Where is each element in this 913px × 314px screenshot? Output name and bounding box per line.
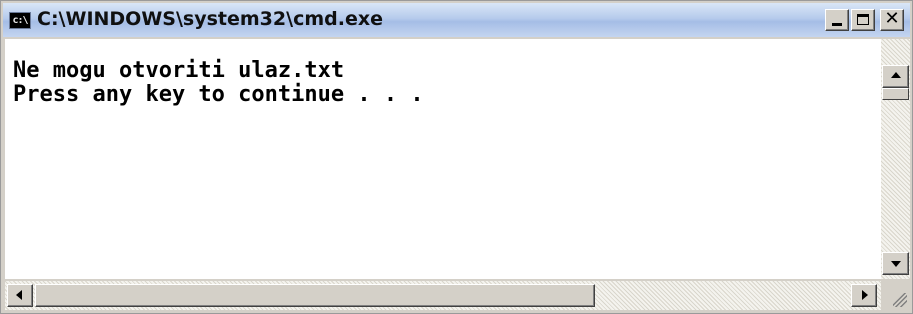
minimize-icon	[832, 23, 842, 26]
cmd-icon[interactable]: c:\	[9, 12, 31, 29]
arrow-right-icon	[862, 290, 868, 300]
scroll-up-button[interactable]	[882, 65, 909, 88]
window-title: C:\WINDOWS\system32\cmd.exe	[37, 8, 383, 30]
vertical-scroll-thumb[interactable]	[882, 88, 909, 100]
arrow-down-icon	[891, 261, 901, 267]
scroll-left-button[interactable]	[7, 284, 33, 307]
horizontal-scroll-thumb[interactable]	[35, 284, 595, 307]
scroll-down-button[interactable]	[882, 252, 909, 275]
grip-icon	[893, 293, 907, 307]
maximize-icon	[857, 14, 869, 25]
close-icon: ✕	[884, 8, 900, 29]
vertical-scrollbar[interactable]	[881, 39, 910, 279]
console-output[interactable]: Ne mogu otvoriti ulaz.txt Press any key …	[5, 39, 881, 279]
arrow-up-icon	[891, 72, 901, 78]
console-window: c:\ C:\WINDOWS\system32\cmd.exe ✕ Ne mog…	[0, 0, 913, 314]
console-line: Ne mogu otvoriti ulaz.txt	[13, 58, 345, 83]
title-bar[interactable]: c:\ C:\WINDOWS\system32\cmd.exe ✕	[3, 3, 910, 37]
close-button[interactable]: ✕	[880, 8, 904, 31]
maximize-button[interactable]	[851, 9, 875, 31]
resize-grip[interactable]	[881, 281, 910, 310]
scroll-right-button[interactable]	[851, 284, 877, 307]
console-line: Press any key to continue . . .	[13, 82, 424, 107]
minimize-button[interactable]	[825, 9, 849, 31]
horizontal-scrollbar[interactable]	[5, 281, 881, 310]
arrow-left-icon	[16, 290, 22, 300]
